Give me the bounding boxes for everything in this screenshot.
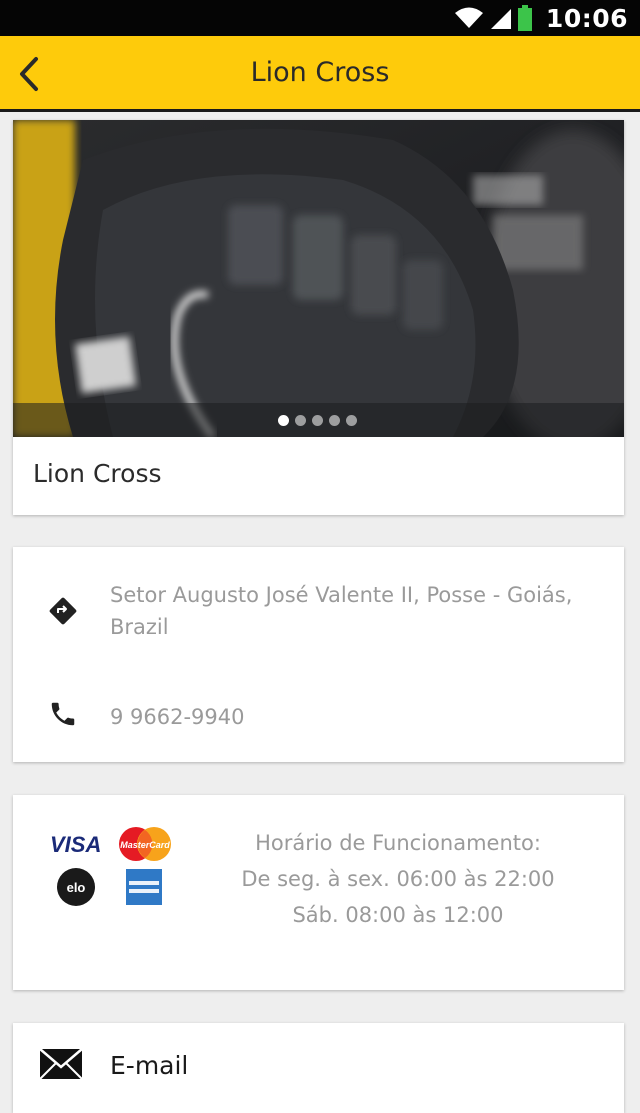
email-label: E-mail <box>110 1051 189 1080</box>
signal-icon <box>490 9 511 29</box>
business-name-row: Lion Cross <box>13 437 624 515</box>
visa-card-icon: VISA <box>50 832 101 856</box>
email-card[interactable]: E-mail <box>13 1023 624 1113</box>
battery-icon <box>517 5 532 31</box>
opening-hours: Horário de Funcionamento: De seg. à sex.… <box>238 825 558 933</box>
gallery-image[interactable] <box>13 120 624 437</box>
gallery-dot[interactable] <box>329 415 340 426</box>
svg-text:MasterCard: MasterCard <box>120 840 170 850</box>
phone-icon <box>43 694 83 734</box>
svg-text:VISA: VISA <box>50 832 101 856</box>
email-icon <box>39 1047 83 1081</box>
address-text: Setor Augusto José Valente II, Posse - G… <box>110 583 573 639</box>
status-icons: 10:06 <box>454 2 628 34</box>
directions-icon <box>43 591 83 631</box>
opening-hours-weekdays: De seg. à sex. 06:00 às 22:00 <box>241 867 555 891</box>
contact-card: Setor Augusto José Valente II, Posse - G… <box>13 547 624 762</box>
gallery-dot[interactable] <box>295 415 306 426</box>
status-bar: 10:06 <box>0 0 640 36</box>
wifi-icon <box>454 7 483 28</box>
business-name: Lion Cross <box>33 459 162 488</box>
business-card: Lion Cross <box>13 120 624 515</box>
phone-text: 9 9662-9940 <box>110 705 245 729</box>
gallery-dot[interactable] <box>278 415 289 426</box>
page-title: Lion Cross <box>250 57 390 88</box>
phone-row[interactable]: 9 9662-9940 <box>13 692 624 742</box>
svg-text:elo: elo <box>67 880 86 895</box>
status-time: 10:06 <box>545 3 628 33</box>
address-row[interactable]: Setor Augusto José Valente II, Posse - G… <box>13 577 624 647</box>
mastercard-card-icon: MasterCard <box>119 827 171 861</box>
app-bar: Lion Cross <box>0 36 640 112</box>
amex-card-icon <box>126 869 162 905</box>
payment-hours-card: VISA MasterCard elo Horário de Funcionam… <box>13 795 624 990</box>
gallery-dot[interactable] <box>312 415 323 426</box>
elo-card-icon: elo <box>57 868 95 906</box>
gallery-dot[interactable] <box>346 415 357 426</box>
gallery-pagination <box>278 415 357 426</box>
opening-hours-title: Horário de Funcionamento: <box>255 831 541 855</box>
gallery-photo <box>13 120 624 437</box>
opening-hours-saturday: Sáb. 08:00 às 12:00 <box>292 903 504 927</box>
